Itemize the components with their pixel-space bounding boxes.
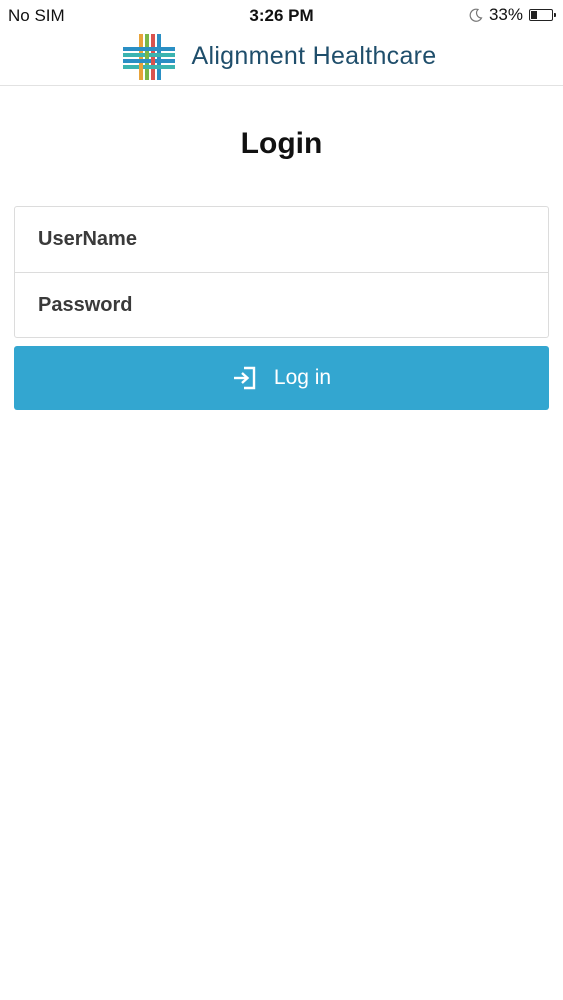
app-header: Alignment Healthcare — [0, 28, 563, 86]
login-form: Log in — [14, 206, 549, 410]
login-button-label: Log in — [273, 366, 332, 389]
battery-icon — [529, 9, 556, 21]
login-icon — [233, 366, 256, 390]
alignment-logo-icon — [123, 33, 176, 80]
battery-fill — [531, 11, 537, 19]
brand-name: Alignment Healthcare — [191, 42, 437, 70]
username-input[interactable] — [15, 207, 548, 272]
credentials-group — [14, 206, 549, 338]
brand-logo: Alignment Healthcare — [121, 32, 436, 82]
status-right-group: 33% — [469, 5, 556, 25]
password-input[interactable] — [15, 272, 548, 337]
moon-icon — [469, 8, 483, 22]
status-bar: No SIM 3:26 PM 33% — [0, 0, 563, 30]
login-button[interactable]: Log in — [14, 346, 549, 410]
page-title: Login — [240, 127, 323, 160]
battery-tip — [554, 13, 556, 17]
battery-percent: 33% — [488, 5, 523, 24]
